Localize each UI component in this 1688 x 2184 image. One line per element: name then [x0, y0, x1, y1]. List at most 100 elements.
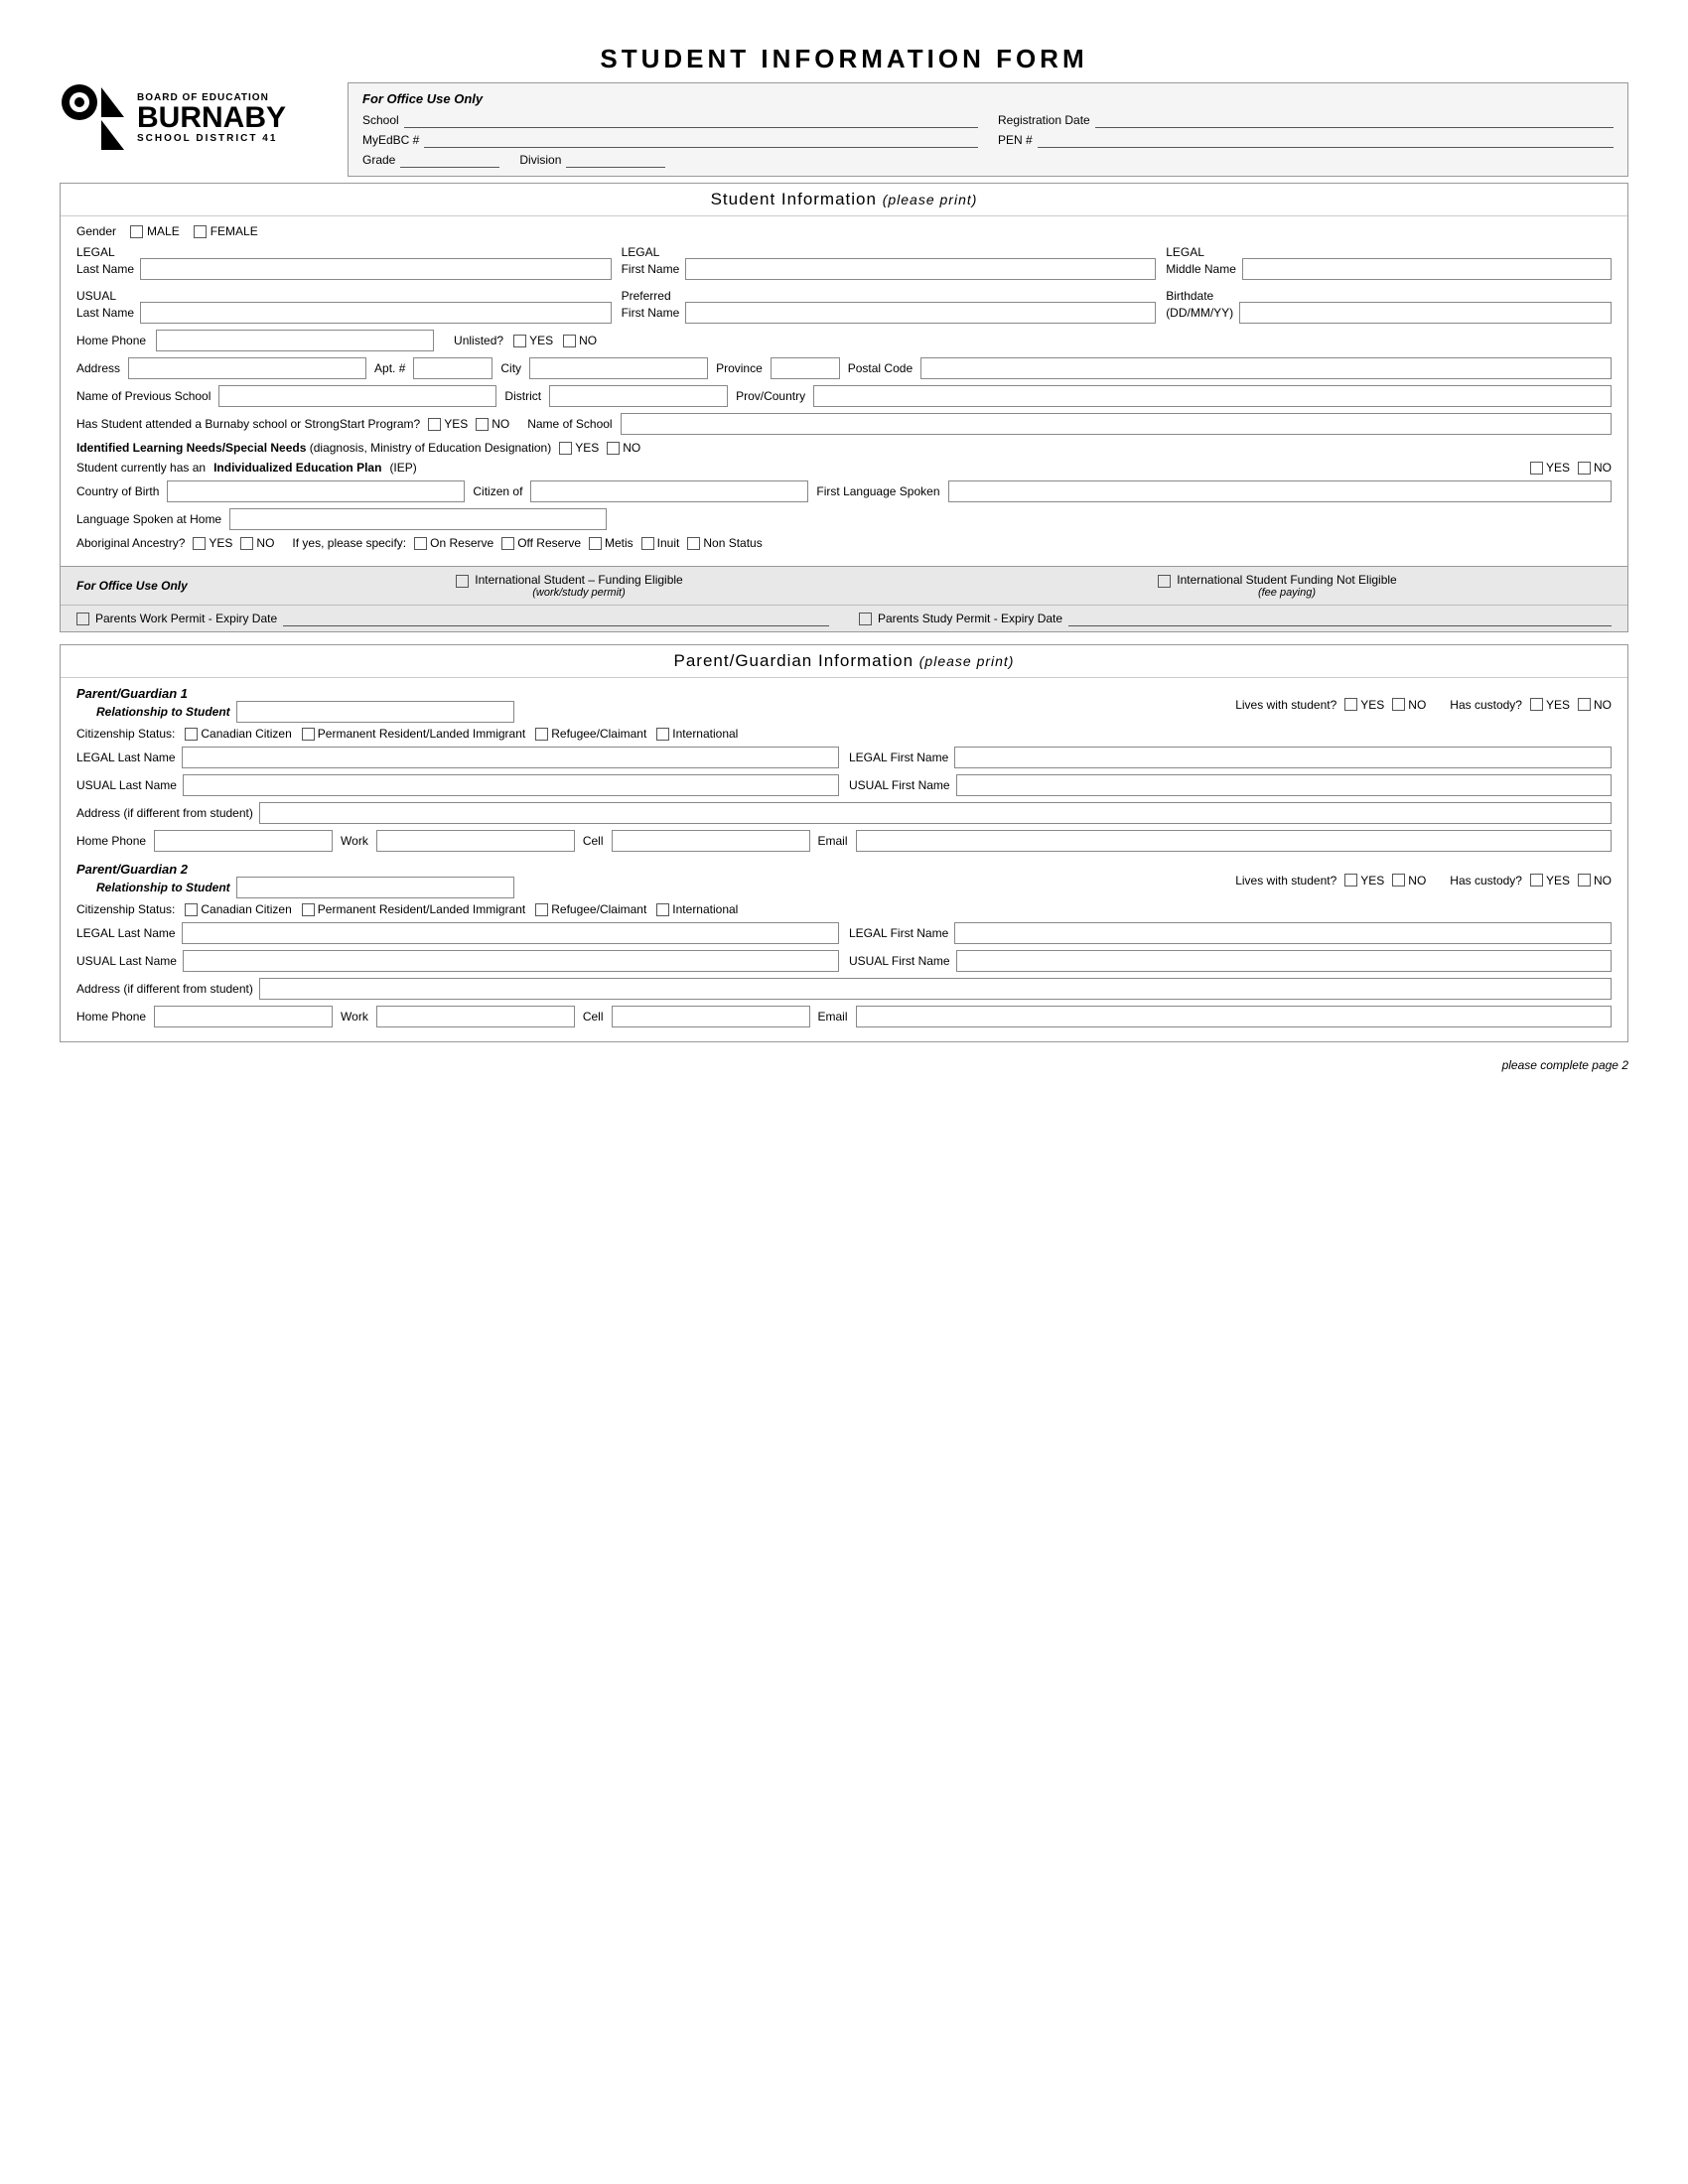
birthdate-input[interactable]: [1239, 302, 1612, 324]
p1-legal-last-label: LEGAL Last Name: [76, 751, 176, 764]
aboriginal-row: Aboriginal Ancestry? YES NO If yes, plea…: [76, 536, 1612, 550]
p2-cell-input[interactable]: [612, 1006, 810, 1027]
burnaby-no-checkbox[interactable]: NO: [476, 417, 509, 431]
p2-legal-last-input[interactable]: [182, 922, 839, 944]
p1-cell-input[interactable]: [612, 830, 810, 852]
p2-home-phone-input[interactable]: [154, 1006, 333, 1027]
intl-funding-checkbox[interactable]: [456, 575, 469, 588]
guardian1-header-row: Parent/Guardian 1 Relationship to Studen…: [76, 686, 1612, 723]
custody-no-checkbox[interactable]: NO: [1578, 698, 1612, 712]
lives2-yes-checkbox[interactable]: YES: [1344, 874, 1384, 887]
myedbc-line[interactable]: [424, 132, 978, 148]
refugee-checkbox[interactable]: Refugee/Claimant: [535, 727, 646, 741]
school-label: School: [362, 113, 399, 127]
p1-email-input[interactable]: [856, 830, 1612, 852]
country-birth-input[interactable]: [167, 480, 465, 502]
gender-label: Gender: [76, 224, 116, 238]
canadian-checkbox[interactable]: Canadian Citizen: [185, 727, 291, 741]
apt-input[interactable]: [413, 357, 492, 379]
p1-work-input[interactable]: [376, 830, 575, 852]
p2-usual-first-input[interactable]: [956, 950, 1612, 972]
relationship2-input[interactable]: [236, 877, 514, 898]
custody-yes-checkbox[interactable]: YES: [1530, 698, 1570, 712]
usual-last-name-input[interactable]: [140, 302, 612, 324]
iep-bold: Individualized Education Plan: [213, 461, 381, 475]
male-checkbox[interactable]: MALE: [130, 224, 180, 238]
identified-yes-checkbox[interactable]: YES: [559, 441, 599, 455]
p1-usual-last-input[interactable]: [183, 774, 839, 796]
unlisted-yes-checkbox[interactable]: YES: [513, 334, 553, 347]
aboriginal-no-checkbox[interactable]: NO: [240, 536, 274, 550]
p1-legal-first-input[interactable]: [954, 747, 1612, 768]
p1-legal-last-input[interactable]: [182, 747, 839, 768]
iep-yes-checkbox[interactable]: YES: [1530, 461, 1570, 475]
p1-home-phone-input[interactable]: [154, 830, 333, 852]
legal-last-name-input[interactable]: [140, 258, 612, 280]
legal-middle-name-input[interactable]: [1242, 258, 1612, 280]
international2-checkbox[interactable]: International: [656, 902, 738, 916]
grade-line[interactable]: [400, 152, 499, 168]
metis-checkbox[interactable]: Metis: [589, 536, 633, 550]
city-input[interactable]: [529, 357, 708, 379]
aboriginal-yes-checkbox[interactable]: YES: [193, 536, 232, 550]
work-permit-line[interactable]: [283, 611, 829, 626]
custody2-yes-checkbox[interactable]: YES: [1530, 874, 1570, 887]
lives-yes-checkbox[interactable]: YES: [1344, 698, 1384, 712]
pen-line[interactable]: [1038, 132, 1614, 148]
p2-legal-last-label: LEGAL Last Name: [76, 926, 176, 940]
division-line[interactable]: [566, 152, 665, 168]
female-checkbox[interactable]: FEMALE: [194, 224, 258, 238]
burnaby-yes-checkbox[interactable]: YES: [428, 417, 468, 431]
unlisted-no-checkbox[interactable]: NO: [563, 334, 597, 347]
custody2-no-checkbox[interactable]: NO: [1578, 874, 1612, 887]
prov-country-input[interactable]: [813, 385, 1612, 407]
name-of-school-input[interactable]: [621, 413, 1612, 435]
international-checkbox[interactable]: International: [656, 727, 738, 741]
canadian2-checkbox[interactable]: Canadian Citizen: [185, 902, 291, 916]
parent-info-section: Parent/Guardian Information (please prin…: [60, 644, 1628, 1042]
relationship-input[interactable]: [236, 701, 514, 723]
p2-work-input[interactable]: [376, 1006, 575, 1027]
non-status-checkbox[interactable]: Non Status: [687, 536, 762, 550]
province-input[interactable]: [771, 357, 840, 379]
lang-home-input[interactable]: [229, 508, 607, 530]
preferred-first-name-input[interactable]: [685, 302, 1156, 324]
postal-code-input[interactable]: [920, 357, 1612, 379]
office-use-box: For Office Use Only School Registration …: [348, 82, 1628, 177]
p2-usual-last-input[interactable]: [183, 950, 839, 972]
study-permit-line[interactable]: [1068, 611, 1612, 626]
permanent2-checkbox[interactable]: Permanent Resident/Landed Immigrant: [302, 902, 525, 916]
p2-email-input[interactable]: [856, 1006, 1612, 1027]
p2-cell-label: Cell: [583, 1010, 604, 1024]
p1-usual-first-input[interactable]: [956, 774, 1612, 796]
p2-address-input[interactable]: [259, 978, 1612, 1000]
home-phone-input[interactable]: [156, 330, 434, 351]
inuit-checkbox[interactable]: Inuit: [641, 536, 680, 550]
address-input[interactable]: [128, 357, 366, 379]
p2-contact-row: Home Phone Work Cell Email: [76, 1006, 1612, 1027]
iep-no-checkbox[interactable]: NO: [1578, 461, 1612, 475]
permanent-checkbox[interactable]: Permanent Resident/Landed Immigrant: [302, 727, 525, 741]
district-input[interactable]: [549, 385, 728, 407]
lives-no-checkbox[interactable]: NO: [1392, 698, 1426, 712]
intl-not-funding-checkbox[interactable]: [1158, 575, 1171, 588]
on-reserve-checkbox[interactable]: On Reserve: [414, 536, 493, 550]
citizen-of-input[interactable]: [530, 480, 808, 502]
school-line[interactable]: [404, 112, 978, 128]
lives2-no-checkbox[interactable]: NO: [1392, 874, 1426, 887]
aboriginal-label: Aboriginal Ancestry?: [76, 536, 185, 550]
off-reserve-checkbox[interactable]: Off Reserve: [501, 536, 581, 550]
study-permit-checkbox[interactable]: [859, 613, 872, 625]
prev-school-input[interactable]: [218, 385, 496, 407]
refugee2-checkbox[interactable]: Refugee/Claimant: [535, 902, 646, 916]
work-permit-checkbox[interactable]: [76, 613, 89, 625]
prev-school-label: Name of Previous School: [76, 389, 211, 403]
name-of-school-label: Name of School: [527, 417, 612, 431]
identified-no-checkbox[interactable]: NO: [607, 441, 640, 455]
p2-legal-first-input[interactable]: [954, 922, 1612, 944]
first-lang-input[interactable]: [948, 480, 1613, 502]
metis-label: Metis: [605, 536, 633, 550]
legal-first-name-input[interactable]: [685, 258, 1156, 280]
p1-address-input[interactable]: [259, 802, 1612, 824]
reg-date-line[interactable]: [1095, 112, 1614, 128]
